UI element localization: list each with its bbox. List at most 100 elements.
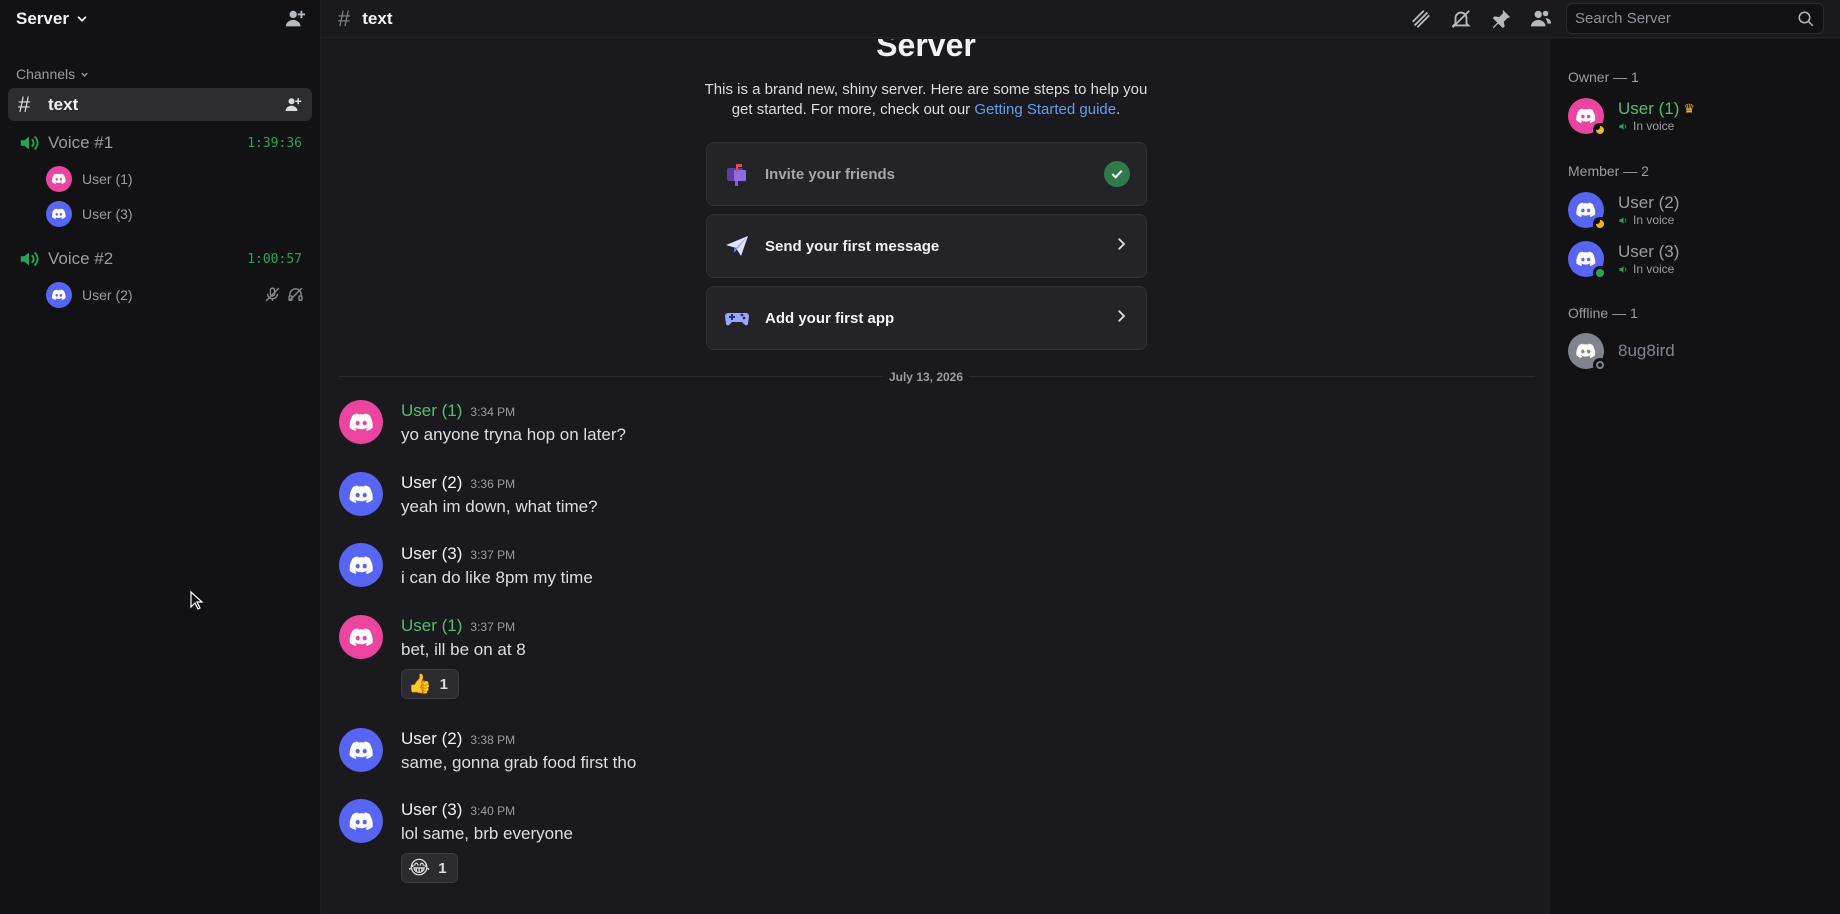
invite-icon[interactable] — [284, 96, 302, 114]
channel-text[interactable]: # text — [8, 88, 312, 121]
pinned-messages-button[interactable] — [1490, 8, 1512, 30]
message-body: User (3) 3:40 PM lol same, brb everyone … — [401, 799, 573, 883]
mailbox-icon — [723, 160, 751, 188]
welcome-desc-line-1: This is a brand new, shiny server. Here … — [704, 81, 1148, 98]
member-status: In voice — [1618, 119, 1695, 133]
discord-logo-icon — [349, 812, 373, 830]
member-group-offline: Offline — 1 — [1568, 305, 1638, 321]
reaction-count: 1 — [438, 859, 447, 877]
member-status-text: In voice — [1633, 119, 1675, 133]
message-body: User (2) 3:36 PM yeah im down, what time… — [401, 472, 598, 517]
voice-timer: 1:39:36 — [247, 135, 302, 151]
discord-logo-icon — [1576, 251, 1596, 267]
message[interactable]: User (3) 3:37 PM i can do like 8pm my ti… — [339, 543, 593, 588]
search-input[interactable] — [1575, 10, 1797, 27]
avatar[interactable] — [339, 615, 383, 659]
message-author[interactable]: User (2) — [401, 473, 462, 493]
message-author[interactable]: User (1) — [401, 401, 462, 421]
avatar[interactable] — [339, 799, 383, 843]
message-author[interactable]: User (1) — [401, 616, 462, 636]
avatar[interactable] — [339, 728, 383, 772]
step-add-first-app[interactable]: Add your first app — [706, 286, 1147, 350]
message-author[interactable]: User (3) — [401, 544, 462, 564]
voice-timer: 1:00:57 — [247, 251, 302, 267]
mic-muted-icon — [265, 287, 280, 302]
header-toolbar — [1410, 8, 1552, 30]
discord-logo-icon — [349, 628, 373, 646]
avatar[interactable] — [339, 543, 383, 587]
message[interactable]: User (1) 3:37 PM bet, ill be on at 8 👍 1 — [339, 615, 526, 699]
channel-sidebar: Server Channels # text Voice #1 1:39:36 … — [0, 0, 321, 914]
member-group-owner: Owner — 1 — [1568, 69, 1639, 85]
message-author[interactable]: User (2) — [401, 729, 462, 749]
desc-text: get started. For more, check out our — [731, 101, 975, 118]
message-author[interactable]: User (3) — [401, 800, 462, 820]
threads-button[interactable] — [1410, 8, 1432, 30]
voice-user[interactable]: User (1) — [8, 161, 312, 196]
discord-logo-icon — [52, 173, 66, 184]
avatar — [46, 165, 72, 192]
message[interactable]: User (3) 3:40 PM lol same, brb everyone … — [339, 799, 573, 883]
discord-logo-icon — [349, 556, 373, 574]
voice-user[interactable]: User (2) — [8, 277, 312, 312]
channel-title: text — [362, 8, 393, 28]
voice-channel-1[interactable]: Voice #1 1:39:36 — [8, 125, 312, 161]
welcome-description: This is a brand new, shiny server. Here … — [322, 80, 1530, 120]
member-item[interactable]: User (2) In voice — [1568, 192, 1679, 231]
member-status: In voice — [1618, 262, 1679, 276]
chevron-right-icon — [1112, 235, 1130, 258]
speaker-icon — [1619, 216, 1627, 224]
voice-channel-name: Voice #1 — [48, 133, 114, 152]
member-item[interactable]: User (1) ♛ In voice — [1568, 98, 1695, 137]
message-timestamp: 3:36 PM — [470, 477, 516, 491]
notification-settings-button[interactable] — [1450, 8, 1472, 30]
pin-icon — [1492, 9, 1511, 28]
step-send-first-message[interactable]: Send your first message — [706, 214, 1147, 278]
server-name-dropdown[interactable]: Server — [16, 9, 89, 29]
message-body: User (2) 3:38 PM same, gonna grab food f… — [401, 728, 636, 773]
member-info: User (3) In voice — [1618, 242, 1679, 276]
add-user-icon — [285, 10, 306, 27]
invite-people-button[interactable] — [284, 8, 306, 30]
voice-user[interactable]: User (3) — [8, 196, 312, 231]
message[interactable]: User (2) 3:38 PM same, gonna grab food f… — [339, 728, 636, 773]
member-item[interactable]: User (3) In voice — [1568, 241, 1679, 280]
discord-logo-icon — [349, 485, 373, 503]
message-timestamp: 3:40 PM — [470, 804, 516, 818]
member-item[interactable]: 8ug8ird — [1568, 333, 1675, 372]
speaker-icon — [20, 251, 39, 267]
member-info: 8ug8ird — [1618, 341, 1675, 361]
avatar — [1568, 98, 1607, 137]
reaction-thumbs-up[interactable]: 👍 1 — [401, 669, 460, 699]
message-body: User (1) 3:34 PM yo anyone tryna hop on … — [401, 400, 626, 445]
voice-channel-name: Voice #2 — [48, 249, 114, 268]
member-info: User (1) ♛ In voice — [1618, 99, 1695, 133]
voice-status-icons — [264, 286, 304, 303]
avatar[interactable] — [339, 472, 383, 516]
chat-area: Server This is a brand new, shiny server… — [322, 39, 1548, 914]
message[interactable]: User (1) 3:34 PM yo anyone tryna hop on … — [339, 400, 626, 445]
getting-started-link[interactable]: Getting Started guide — [974, 101, 1116, 118]
member-list-button[interactable] — [1530, 8, 1552, 30]
message[interactable]: User (2) 3:36 PM yeah im down, what time… — [339, 472, 598, 517]
search-icon — [1798, 11, 1814, 26]
server-header: Server — [0, 0, 320, 38]
offline-status-icon — [1593, 358, 1607, 372]
avatar[interactable] — [339, 400, 383, 444]
channels-category[interactable]: Channels — [0, 66, 320, 82]
chevron-down-icon — [81, 72, 88, 77]
reaction-laughing[interactable]: 😂 1 — [401, 853, 458, 883]
member-group-members: Member — 2 — [1568, 163, 1649, 179]
message-header: User (2) 3:38 PM — [401, 729, 636, 749]
avatar — [1568, 241, 1607, 280]
message-header: User (1) 3:34 PM — [401, 401, 626, 421]
member-info: User (2) In voice — [1618, 193, 1679, 227]
category-label: Channels — [16, 66, 76, 82]
message-text: lol same, brb everyone — [401, 824, 573, 843]
search-box[interactable] — [1566, 3, 1824, 34]
voice-channel-2[interactable]: Voice #2 1:00:57 — [8, 241, 312, 277]
member-name: User (2) — [1618, 193, 1680, 212]
step-invite-friends[interactable]: Invite your friends — [706, 142, 1147, 206]
idle-status-icon — [1593, 123, 1607, 137]
channel-name: text — [48, 94, 79, 114]
